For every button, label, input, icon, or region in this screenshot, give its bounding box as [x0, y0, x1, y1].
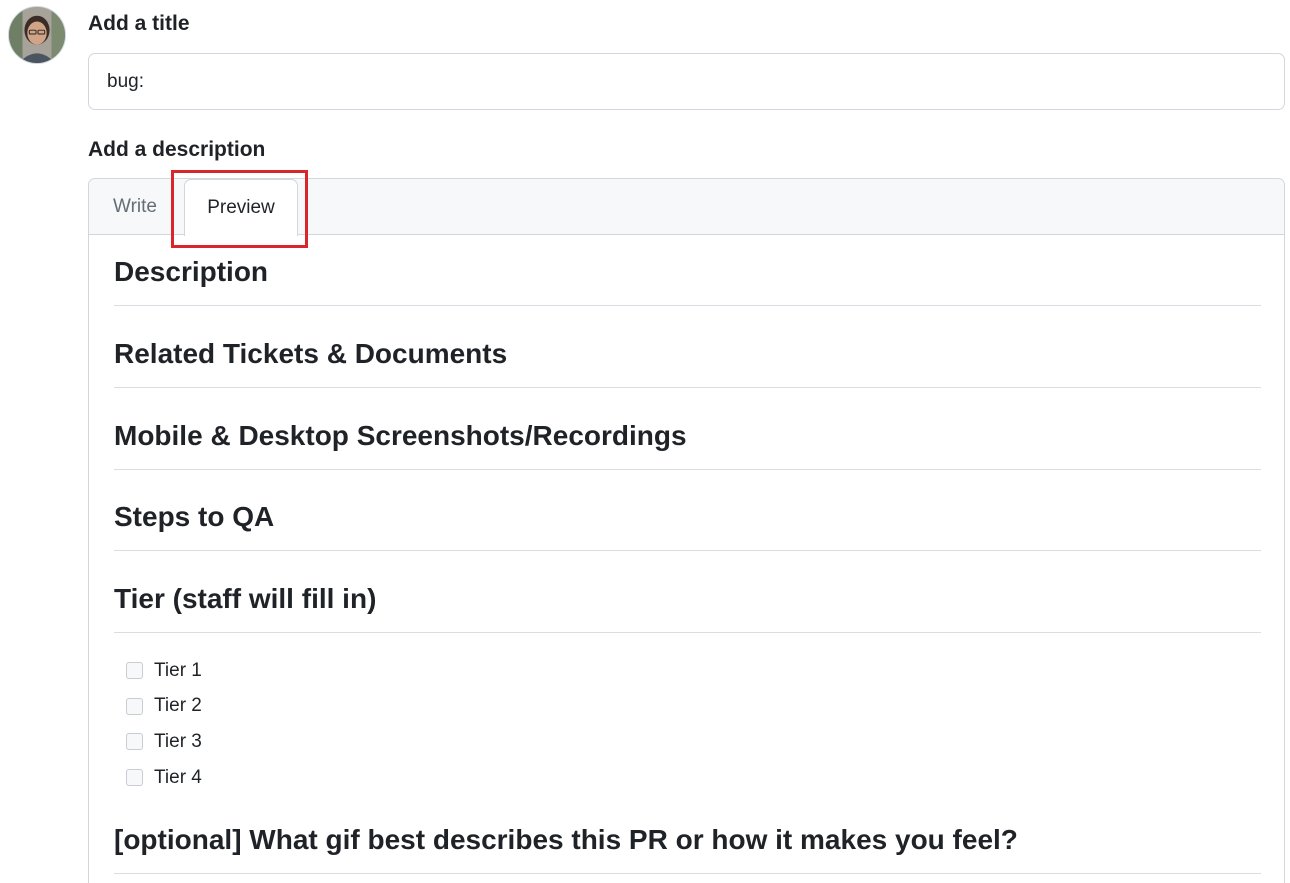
heading-optional-gif: [optional] What gif best describes this … — [114, 816, 1261, 874]
heading-screenshots: Mobile & Desktop Screenshots/Recordings — [114, 412, 1261, 470]
tab-write[interactable]: Write — [99, 179, 171, 235]
tier-3-label: Tier 3 — [154, 730, 202, 752]
title-input[interactable] — [88, 53, 1285, 110]
avatar[interactable] — [8, 6, 66, 64]
description-label: Add a description — [88, 138, 266, 161]
tab-preview[interactable]: Preview — [184, 179, 298, 236]
heading-related-tickets: Related Tickets & Documents — [114, 331, 1261, 388]
pull-request-form: Add a title Add a description Write Prev… — [0, 0, 1290, 883]
tier-1-label: Tier 1 — [154, 659, 202, 681]
tier-task-list: Tier 1 Tier 2 Tier 3 Tier 4 — [126, 653, 202, 795]
editor-tab-bar: Write Preview — [89, 179, 1284, 236]
list-item: Tier 4 — [126, 760, 202, 796]
tier-4-label: Tier 4 — [154, 766, 202, 788]
list-item: Tier 1 — [126, 653, 202, 689]
tier-2-label: Tier 2 — [154, 695, 202, 717]
list-item: Tier 2 — [126, 689, 202, 725]
heading-description: Description — [114, 249, 1261, 306]
tier-2-checkbox[interactable] — [126, 697, 143, 715]
list-item: Tier 3 — [126, 724, 202, 760]
tier-3-checkbox[interactable] — [126, 733, 143, 751]
tier-4-checkbox[interactable] — [126, 769, 143, 787]
tier-1-checkbox[interactable] — [126, 662, 143, 680]
title-label: Add a title — [88, 12, 190, 35]
description-editor: Write Preview Description Related Ticket… — [88, 178, 1285, 883]
heading-tier: Tier (staff will fill in) — [114, 575, 1261, 633]
heading-steps-to-qa: Steps to QA — [114, 494, 1261, 551]
